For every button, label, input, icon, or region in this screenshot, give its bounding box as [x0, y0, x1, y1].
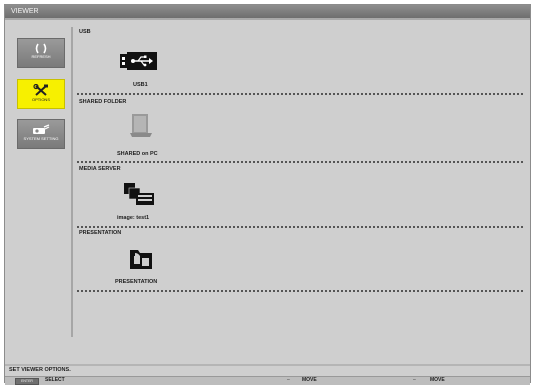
sidebar-item-label: SYSTEM SETTING	[23, 136, 59, 141]
usb-source-item[interactable]	[119, 52, 159, 75]
section-separator	[77, 161, 523, 163]
titlebar-divider	[5, 18, 530, 20]
section-separator	[77, 226, 523, 228]
section-separator	[77, 93, 523, 95]
media-server-item-label: image: test1	[117, 215, 150, 221]
section-title-shared-folder: SHARED FOLDER	[79, 99, 127, 105]
hint-dash-icon: –	[287, 377, 290, 383]
refresh-icon	[35, 43, 47, 54]
enter-key-icon: ENTER	[15, 378, 39, 385]
enter-key-label: ENTER	[21, 379, 33, 383]
hint-dash-icon: –	[413, 377, 416, 383]
sidebar-item-refresh[interactable]: REFRESH	[17, 38, 65, 68]
window-title: VIEWER	[5, 5, 530, 18]
media-server-icon	[124, 183, 154, 205]
sidebar-item-label: OPTIONS	[31, 97, 50, 102]
usb-icon	[120, 52, 157, 70]
projector-icon	[33, 124, 50, 134]
status-message: SET VIEWER OPTIONS.	[9, 367, 71, 373]
section-separator	[77, 290, 523, 292]
key-hint-bar	[5, 376, 530, 385]
presentation-source-item[interactable]	[129, 246, 153, 275]
shared-folder-source-item[interactable]	[129, 113, 153, 142]
tools-icon	[33, 84, 48, 96]
presentation-item-label: PRESENTATION	[115, 279, 158, 285]
presentation-icon	[130, 250, 152, 269]
section-title-media-server: MEDIA SERVER	[79, 166, 121, 172]
sidebar-item-system-setting[interactable]: SYSTEM SETTING	[17, 119, 65, 149]
hint-move-label-1: MOVE	[302, 377, 317, 383]
source-list: USB USB1 SHARED FOLDER SHARED on PC MEDI…	[73, 25, 525, 345]
viewer-window: VIEWER REFRESH OPTIONS SYSTEM SETTING US…	[4, 4, 531, 385]
section-title-presentation: PRESENTATION	[79, 230, 122, 236]
sidebar-item-options[interactable]: OPTIONS	[17, 79, 65, 109]
status-divider	[5, 364, 530, 366]
sidebar: REFRESH OPTIONS SYSTEM SETTING	[9, 27, 71, 347]
shared-folder-icon	[130, 114, 152, 137]
media-server-source-item[interactable]	[123, 182, 155, 211]
sidebar-item-label: REFRESH	[31, 54, 51, 59]
section-title-usb: USB	[79, 29, 91, 35]
usb-item-label: USB1	[133, 82, 148, 88]
hint-select-label: SELECT	[45, 377, 65, 383]
hint-move-label-2: MOVE	[430, 377, 445, 383]
shared-folder-item-label: SHARED on PC	[117, 151, 158, 157]
